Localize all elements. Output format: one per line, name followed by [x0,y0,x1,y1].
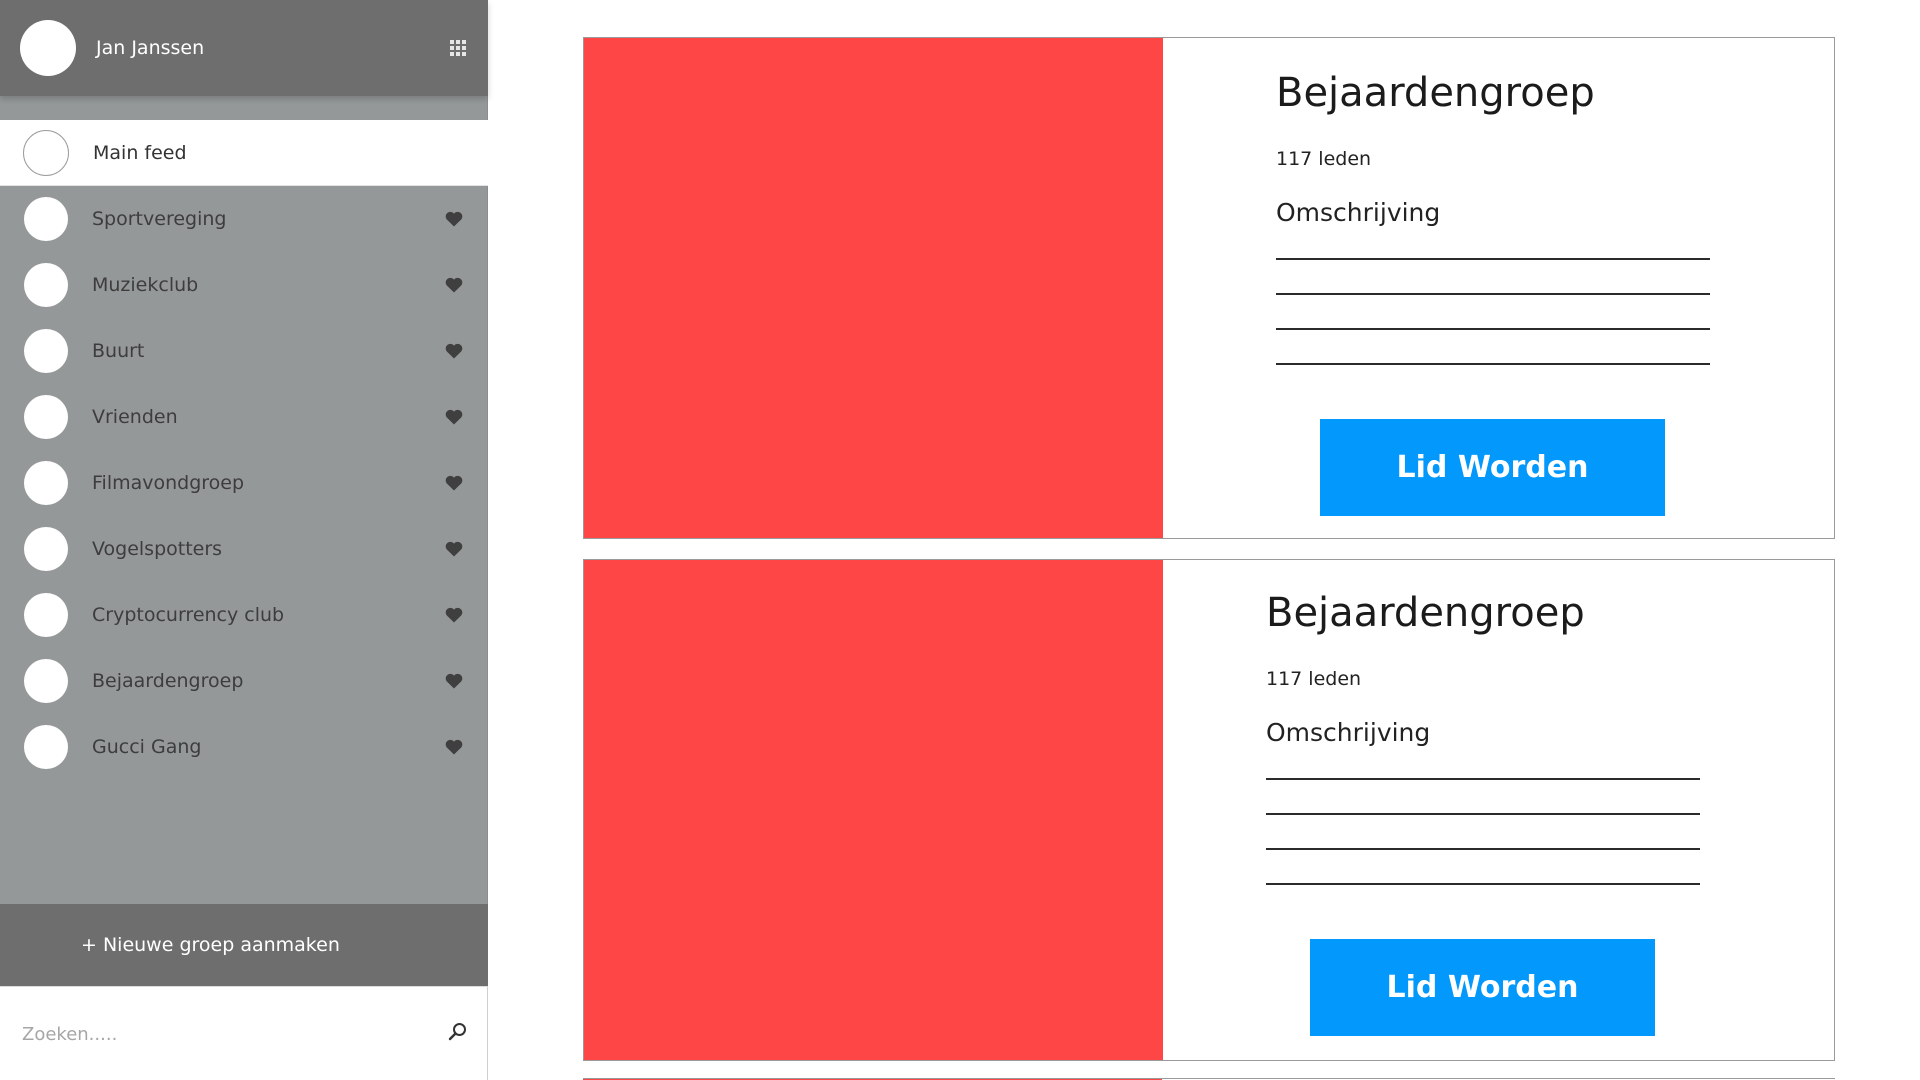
search-input[interactable] [22,1017,422,1051]
group-avatar [24,197,68,241]
heart-icon[interactable] [445,541,463,557]
group-avatar [24,395,68,439]
group-card-body: Bejaardengroep 117 leden Omschrijving Li… [1163,560,1834,1060]
heart-icon[interactable] [445,607,463,623]
user-header: Jan Janssen [0,0,488,96]
description-line [1266,813,1700,815]
group-card: Bejaardengroep 117 leden Omschrijving Li… [583,37,1835,539]
sidebar-item-label: Vogelspotters [92,538,223,560]
join-group-button[interactable]: Lid Worden [1310,939,1655,1036]
sidebar-item-label: Muziekclub [92,274,199,296]
description-line [1276,363,1710,365]
sidebar-item-label: Main feed [93,141,187,164]
description-text [1266,778,1700,918]
description-line [1276,293,1710,295]
sidebar-item-vogelspotters[interactable]: Vogelspotters [0,516,488,582]
sidebar-item-label: Gucci Gang [92,736,202,758]
description-line [1276,328,1710,330]
sidebar-item-label: Vrienden [92,406,178,428]
sidebar-item-vrienden[interactable]: Vrienden [0,384,488,450]
user-name: Jan Janssen [96,37,205,59]
group-avatar [23,129,69,176]
group-avatar [24,659,68,703]
sidebar-item-cryptocurrency-club[interactable]: Cryptocurrency club [0,582,488,648]
description-line [1266,778,1700,780]
member-count: 117 leden [1276,148,1372,170]
heart-icon[interactable] [445,343,463,359]
group-title: Bejaardengroep [1276,70,1595,116]
sidebar-item-gucci-gang[interactable]: Gucci Gang [0,714,488,780]
description-text [1276,258,1710,398]
group-avatar [24,461,68,505]
new-group-button[interactable]: + Nieuwe groep aanmaken [0,904,488,986]
member-count: 117 leden [1266,668,1362,690]
sidebar-item-label: Bejaardengroep [92,670,244,692]
description-line [1266,883,1700,885]
description-label: Omschrijving [1266,718,1431,747]
search-icon[interactable] [447,1021,469,1043]
apps-grid-icon[interactable] [450,40,466,56]
group-list: Main feed Sportvereging Muziekclub Buurt… [0,120,488,780]
group-avatar [24,329,68,373]
group-card: Bejaardengroep 117 leden Omschrijving Li… [583,559,1835,1061]
sidebar-item-bejaardengroep[interactable]: Bejaardengroep [0,648,488,714]
sidebar-item-label: Cryptocurrency club [92,604,285,626]
heart-icon[interactable] [445,409,463,425]
sidebar-item-label: Sportvereging [92,208,227,230]
sidebar-item-label: Buurt [92,340,145,362]
heart-icon[interactable] [445,739,463,755]
group-avatar [24,593,68,637]
description-label: Omschrijving [1276,198,1441,227]
sidebar-item-sportvereging[interactable]: Sportvereging [0,186,488,252]
sidebar-item-filmavondgroep[interactable]: Filmavondgroep [0,450,488,516]
join-group-button[interactable]: Lid Worden [1320,419,1665,516]
sidebar-item-muziekclub[interactable]: Muziekclub [0,252,488,318]
new-group-label: + Nieuwe groep aanmaken [81,934,340,956]
heart-icon[interactable] [445,475,463,491]
avatar[interactable] [20,20,76,76]
group-avatar [24,527,68,571]
description-line [1266,848,1700,850]
group-image [584,560,1163,1060]
group-avatar [24,725,68,769]
sidebar: Jan Janssen Main feed Sportvereging Muzi… [0,0,488,1080]
sidebar-item-main-feed[interactable]: Main feed [0,120,488,186]
group-feed: Bejaardengroep 117 leden Omschrijving Li… [488,0,1920,1080]
description-line [1276,258,1710,260]
sidebar-item-buurt[interactable]: Buurt [0,318,488,384]
heart-icon[interactable] [445,211,463,227]
sidebar-item-label: Filmavondgroep [92,472,245,494]
group-avatar [24,263,68,307]
search-bar [0,986,488,1080]
group-card-body: Bejaardengroep 117 leden Omschrijving Li… [1163,38,1834,538]
group-title: Bejaardengroep [1266,590,1585,636]
group-image [584,38,1163,538]
heart-icon[interactable] [445,277,463,293]
heart-icon[interactable] [445,673,463,689]
